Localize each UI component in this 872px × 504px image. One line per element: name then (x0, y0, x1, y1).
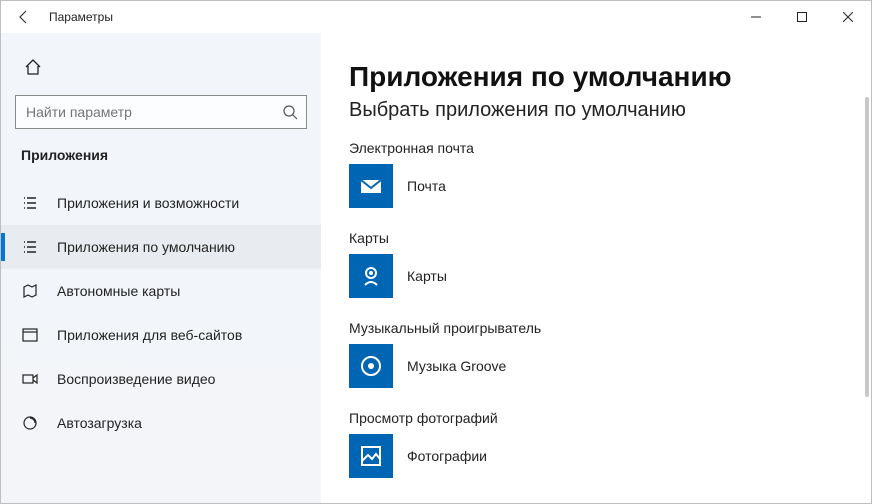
app-name: Музыка Groove (407, 358, 506, 374)
app-name: Карты (407, 268, 447, 284)
group-label: Электронная почта (349, 140, 841, 156)
nav-label: Воспроизведение видео (57, 371, 215, 387)
nav-label: Приложения для веб-сайтов (57, 327, 242, 343)
group-label: Карты (349, 230, 841, 246)
sidebar: Приложения Приложения и возможности Прил… (1, 33, 321, 503)
caption-buttons (733, 1, 871, 33)
window-title: Параметры (49, 10, 113, 24)
page-subtitle: Выбрать приложения по умолчанию (349, 99, 841, 122)
default-photos-group: Просмотр фотографий Фотографии (349, 410, 841, 478)
group-label: Музыкальный проигрыватель (349, 320, 841, 336)
maximize-button[interactable] (779, 1, 825, 33)
app-name: Фотографии (407, 448, 487, 464)
default-photos-app[interactable]: Фотографии (349, 434, 841, 478)
maps-icon (349, 254, 393, 298)
search-box[interactable] (15, 95, 307, 129)
default-maps-app[interactable]: Карты (349, 254, 841, 298)
map-icon (21, 282, 39, 300)
page-title: Приложения по умолчанию (349, 61, 841, 93)
nav-video-playback[interactable]: Воспроизведение видео (1, 357, 321, 401)
website-icon (21, 326, 39, 344)
default-music-app[interactable]: Музыка Groove (349, 344, 841, 388)
nav-apps-websites[interactable]: Приложения для веб-сайтов (1, 313, 321, 357)
photos-icon (349, 434, 393, 478)
nav-offline-maps[interactable]: Автономные карты (1, 269, 321, 313)
list-icon (21, 194, 39, 212)
minimize-button[interactable] (733, 1, 779, 33)
startup-icon (21, 414, 39, 432)
app-name: Почта (407, 178, 446, 194)
content: Приложения по умолчанию Выбрать приложен… (321, 33, 871, 503)
settings-window: Параметры Приложения (0, 0, 872, 504)
section-title: Приложения (1, 147, 321, 171)
default-music-group: Музыкальный проигрыватель Музыка Groove (349, 320, 841, 388)
default-email-group: Электронная почта Почта (349, 140, 841, 208)
nav-label: Автономные карты (57, 283, 180, 299)
home-icon (24, 58, 42, 76)
default-maps-group: Карты Карты (349, 230, 841, 298)
nav-label: Приложения и возможности (57, 195, 239, 211)
music-icon (349, 344, 393, 388)
search-input[interactable] (26, 104, 282, 120)
nav-label: Автозагрузка (57, 415, 142, 431)
defaults-icon (21, 238, 39, 256)
default-email-app[interactable]: Почта (349, 164, 841, 208)
group-label: Просмотр фотографий (349, 410, 841, 426)
video-icon (21, 370, 39, 388)
search-icon (282, 104, 298, 120)
body: Приложения Приложения и возможности Прил… (1, 33, 871, 503)
scrollbar[interactable] (865, 97, 869, 397)
home-button[interactable] (13, 47, 53, 87)
back-button[interactable] (1, 1, 49, 33)
nav-startup[interactable]: Автозагрузка (1, 401, 321, 445)
nav: Приложения и возможности Приложения по у… (1, 181, 321, 445)
mail-icon (349, 164, 393, 208)
nav-apps-features[interactable]: Приложения и возможности (1, 181, 321, 225)
nav-label: Приложения по умолчанию (57, 239, 235, 255)
nav-default-apps[interactable]: Приложения по умолчанию (1, 225, 321, 269)
close-button[interactable] (825, 1, 871, 33)
titlebar: Параметры (1, 1, 871, 33)
